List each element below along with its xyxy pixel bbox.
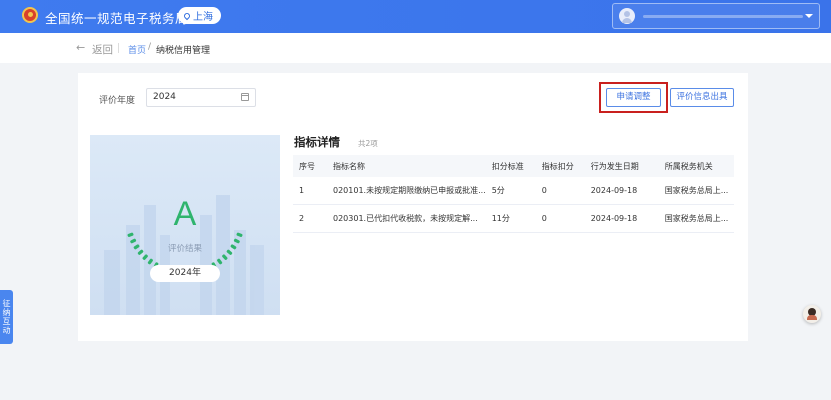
grade-result-panel: A 评价结果 2024年	[90, 135, 280, 315]
table-row[interactable]: 2 020301.已代扣代收税款，未按规定解... 11分 0 2024-09-…	[293, 204, 734, 233]
chevron-down-icon	[805, 14, 813, 18]
detail-count: 共2项	[358, 139, 378, 148]
location-pin-icon	[182, 11, 192, 20]
calendar-icon[interactable]	[241, 93, 249, 101]
breadcrumb-home[interactable]: 首页	[128, 43, 146, 56]
table-cell: 国家税务总局上...	[658, 177, 734, 205]
table-row[interactable]: 1 020101.未按规定期限缴纳已申报或批准... 5分 0 2024-09-…	[293, 177, 734, 205]
table-cell: 国家税务总局上...	[658, 204, 734, 233]
user-avatar-icon	[619, 8, 635, 24]
table-cell: 0	[535, 177, 585, 205]
table-cell: 1	[293, 177, 327, 205]
credit-evaluation-card: 评价年度 2024 申请调整 评价信息出具 A 评价结果 2024年 指标详情 …	[78, 73, 748, 341]
region-label: 上海	[193, 12, 213, 23]
user-account-menu[interactable]	[612, 3, 820, 29]
table-cell: 2024-09-18	[584, 177, 659, 205]
table-cell: 5分	[485, 177, 536, 205]
table-header-row: 序号 指标名称 扣分标准 指标扣分 行为发生日期 所属税务机关	[293, 155, 734, 177]
table-cell: 020301.已代扣代收税款，未按规定解...	[327, 204, 486, 233]
region-selector[interactable]: 上海	[178, 7, 221, 24]
breadcrumb-separator: /	[148, 42, 152, 52]
back-arrow-icon[interactable]: ←	[76, 41, 85, 54]
back-button[interactable]: 返回	[92, 42, 113, 57]
indicator-table: 序号 指标名称 扣分标准 指标扣分 行为发生日期 所属税务机关 1 020101…	[293, 155, 734, 233]
detail-title: 指标详情	[294, 135, 340, 149]
column-header: 扣分标准	[485, 155, 536, 177]
grade-letter: A	[173, 195, 197, 233]
divider	[118, 43, 119, 53]
apply-adjustment-button[interactable]: 申请调整	[606, 88, 661, 107]
breadcrumb-bar: ← 返回 首页 / 纳税信用管理	[0, 33, 831, 63]
year-label: 评价年度	[99, 96, 136, 106]
column-header: 指标名称	[327, 155, 486, 177]
top-header: 全国统一规范电子税务局 上海	[0, 0, 831, 33]
table-cell: 020101.未按规定期限缴纳已申报或批准...	[327, 177, 486, 205]
column-header: 行为发生日期	[584, 155, 659, 177]
breadcrumb-current: 纳税信用管理	[156, 46, 211, 56]
table-cell: 0	[535, 204, 585, 233]
column-header: 指标扣分	[535, 155, 585, 177]
table-cell: 11分	[485, 204, 536, 233]
assistant-avatar-icon[interactable]	[803, 305, 821, 323]
tax-emblem-logo	[22, 7, 38, 23]
table-cell: 2	[293, 204, 327, 233]
year-picker-input[interactable]: 2024	[146, 88, 256, 107]
interaction-side-tab[interactable]: 征纳互动	[0, 290, 13, 344]
column-header: 序号	[293, 155, 327, 177]
user-name-redacted	[643, 15, 803, 18]
table-cell: 2024-09-18	[584, 204, 659, 233]
column-header: 所属税务机关	[658, 155, 734, 177]
grade-year-badge: 2024年	[150, 265, 220, 282]
year-value: 2024	[153, 92, 176, 102]
grade-caption: 评价结果	[167, 244, 202, 254]
issue-evaluation-button[interactable]: 评价信息出具	[670, 88, 734, 107]
site-title[interactable]: 全国统一规范电子税务局	[45, 8, 188, 27]
